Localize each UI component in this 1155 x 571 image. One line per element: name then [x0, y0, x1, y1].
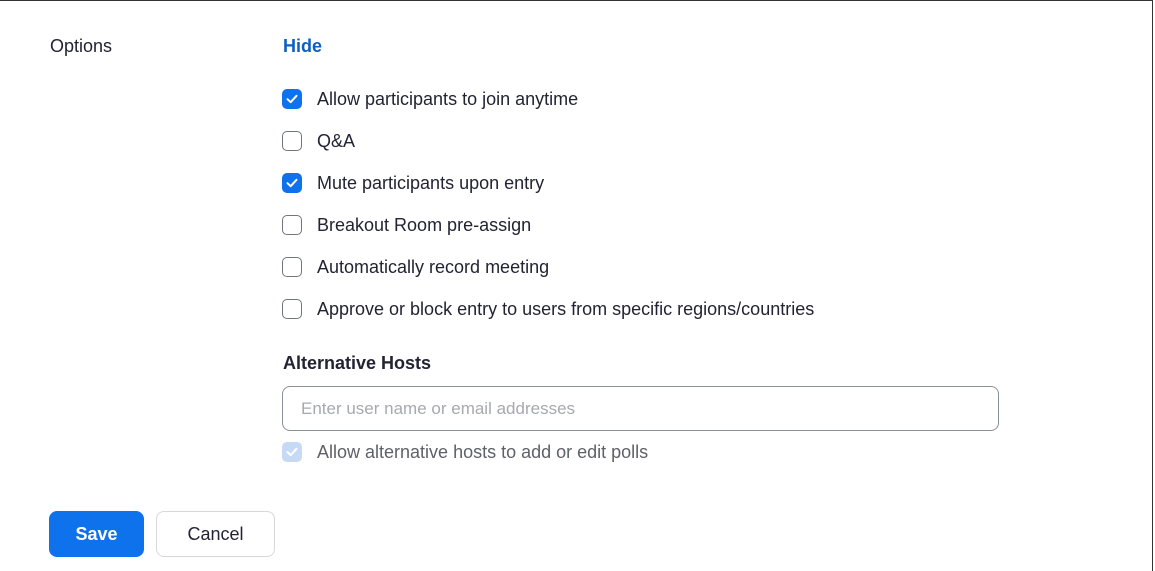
hide-options-link[interactable]: Hide: [283, 36, 322, 57]
option-alt-hosts-polls: Allow alternative hosts to add or edit p…: [282, 431, 648, 473]
option-auto-record[interactable]: Automatically record meeting: [282, 246, 814, 288]
options-checkbox-list: Allow participants to join anytime Q&A M…: [282, 78, 814, 330]
checkbox-label: Allow alternative hosts to add or edit p…: [317, 441, 649, 462]
checkbox-disabled: [282, 442, 302, 462]
checkbox[interactable]: [282, 257, 302, 277]
option-qa[interactable]: Q&A: [282, 120, 814, 162]
alternative-hosts-input[interactable]: [282, 386, 999, 431]
check-icon: [286, 447, 298, 457]
option-region-block[interactable]: Approve or block entry to users from spe…: [282, 288, 814, 330]
check-icon: [286, 178, 298, 188]
check-icon: [286, 94, 298, 104]
option-join-anytime[interactable]: Allow participants to join anytime: [282, 78, 814, 120]
checkbox-label: Allow participants to join anytime: [317, 88, 579, 109]
alternative-hosts-title: Alternative Hosts: [283, 353, 432, 373]
checkbox-label: Automatically record meeting: [317, 256, 550, 277]
option-breakout-preassign[interactable]: Breakout Room pre-assign: [282, 204, 814, 246]
save-button[interactable]: Save: [49, 511, 144, 557]
option-mute-on-entry[interactable]: Mute participants upon entry: [282, 162, 814, 204]
checkbox-label: Q&A: [317, 130, 356, 151]
cancel-button[interactable]: Cancel: [156, 511, 275, 557]
checkbox-label: Mute participants upon entry: [317, 172, 545, 193]
options-label: Options: [50, 36, 113, 56]
checkbox-label: Approve or block entry to users from spe…: [317, 298, 815, 319]
checkbox[interactable]: [282, 131, 302, 151]
checkbox[interactable]: [282, 89, 302, 109]
checkbox[interactable]: [282, 215, 302, 235]
checkbox[interactable]: [282, 299, 302, 319]
checkbox[interactable]: [282, 173, 302, 193]
checkbox-label: Breakout Room pre-assign: [317, 214, 532, 235]
